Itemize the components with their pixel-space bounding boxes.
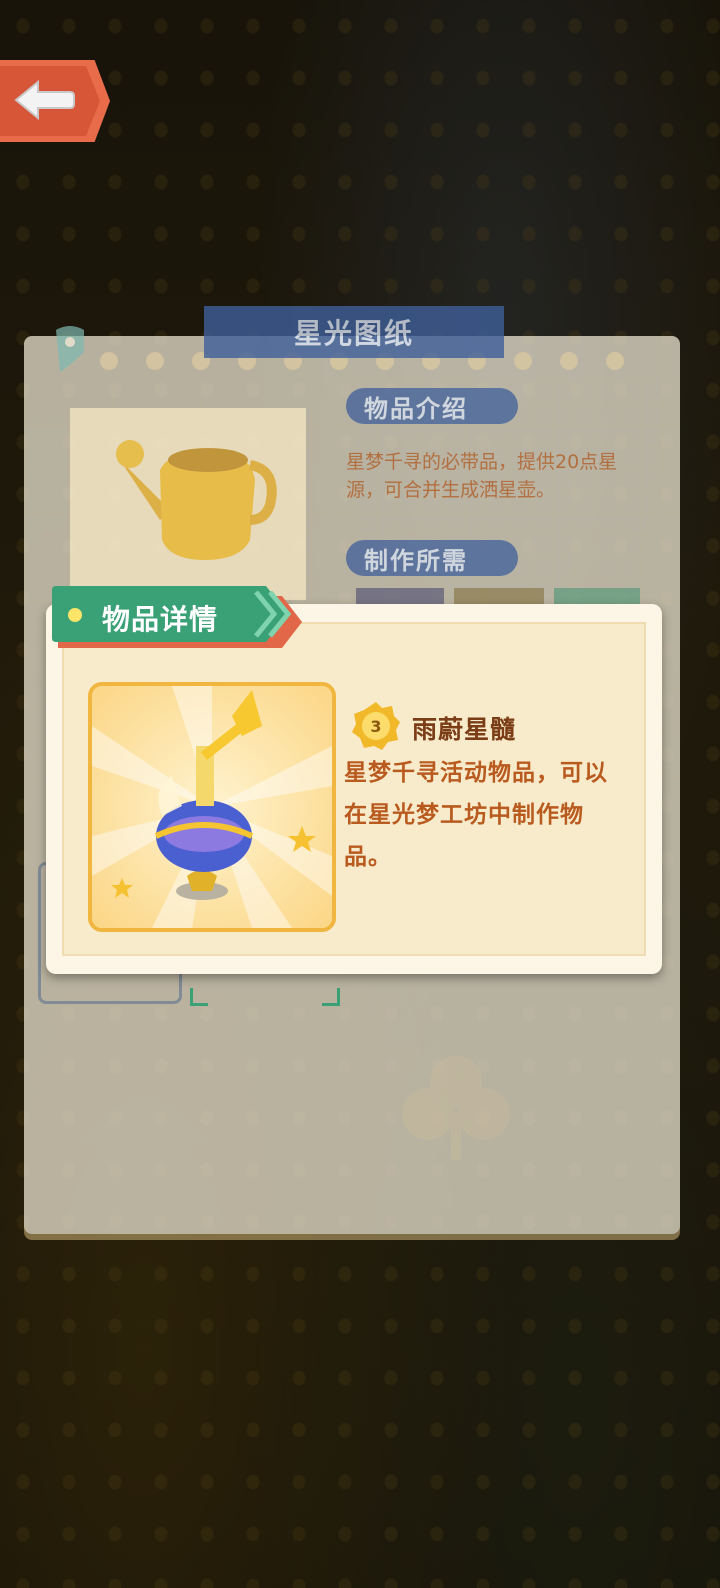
selection-corner	[322, 988, 340, 1006]
detail-tab-label: 物品详情	[102, 603, 219, 636]
requirements-section-tag: 制作所需	[346, 540, 518, 576]
paper-clip-icon	[56, 326, 84, 372]
back-arrow-icon	[14, 79, 75, 121]
clover-watermark-icon	[402, 1056, 510, 1160]
star-bottle-icon	[92, 686, 332, 928]
item-description: 星梦千寻活动物品，可以在星光梦工坊中制作物品。	[344, 760, 608, 870]
intro-label: 物品介绍	[364, 394, 468, 423]
blueprint-title-bar: 星光图纸	[204, 306, 504, 358]
intro-text: 星梦千寻的必带品，提供20点星源，可合并生成洒星壶。	[346, 451, 618, 501]
item-image-frame	[88, 682, 336, 932]
item-name: 雨蔚星髓	[412, 715, 517, 744]
requirements-label: 制作所需	[364, 546, 468, 575]
blueprint-title: 星光图纸	[293, 317, 414, 350]
selection-corner	[190, 988, 208, 1006]
watering-can-icon	[116, 440, 277, 560]
tab-indicator-dot	[68, 608, 82, 622]
item-level-badge: 3	[370, 716, 382, 736]
intro-section-tag: 物品介绍	[346, 388, 518, 424]
